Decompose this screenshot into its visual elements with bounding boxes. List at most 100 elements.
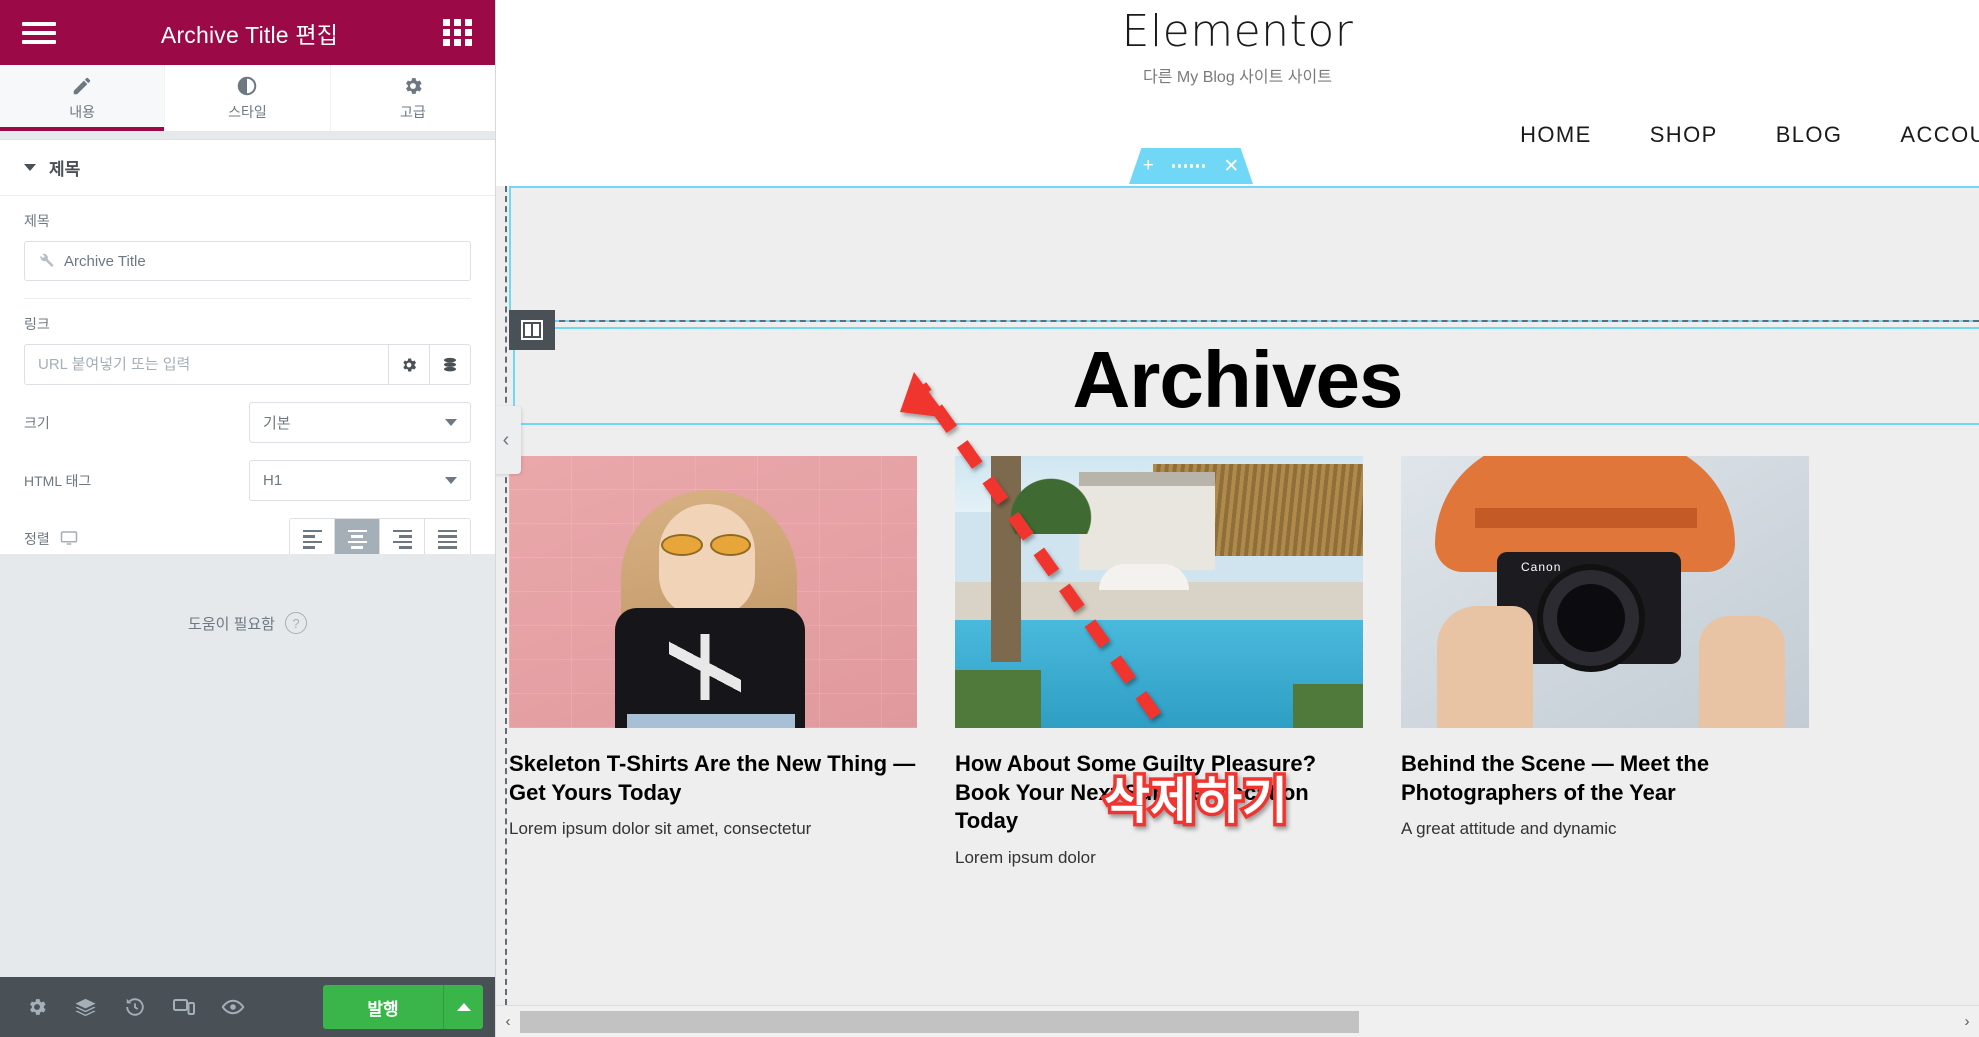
size-select-value: 기본	[263, 415, 291, 432]
database-stack-icon[interactable]	[429, 345, 470, 384]
nav-item-shop[interactable]: SHOP	[1650, 122, 1718, 148]
panel-tabs: 내용 스타일 고급	[0, 65, 495, 131]
title-field-label: 제목	[24, 213, 50, 229]
section-divider-guide	[509, 320, 1979, 322]
caret-up-icon	[456, 1003, 471, 1011]
site-title[interactable]: Elementor	[496, 6, 1979, 57]
size-control: 크기 기본	[0, 385, 495, 443]
post-title[interactable]: Skeleton T-Shirts Are the New Thing — Ge…	[509, 750, 917, 807]
post-thumbnail[interactable]	[955, 456, 1363, 728]
publish-options-button[interactable]	[443, 985, 483, 1029]
nav-item-blog[interactable]: BLOG	[1776, 122, 1843, 148]
pencil-icon	[71, 75, 93, 97]
tab-content[interactable]: 내용	[0, 65, 166, 131]
elementor-editor-window: Archive Title 편집 내용 스타일 고급 제목 제목 Archive…	[0, 0, 1979, 1037]
chevron-down-icon	[445, 419, 457, 426]
align-right-button[interactable]	[380, 519, 425, 554]
align-left-button[interactable]	[290, 519, 335, 554]
tab-style-label: 스타일	[228, 103, 267, 120]
html-tag-control: HTML 태그 H1	[0, 443, 495, 501]
post-card[interactable]: Canon Behind the Scene — Meet the Photog…	[1401, 456, 1809, 870]
link-input-row	[24, 344, 471, 385]
columns-icon[interactable]	[509, 310, 555, 350]
publish-button[interactable]: 발행	[323, 985, 443, 1029]
align-center-button[interactable]	[335, 519, 380, 554]
post-excerpt: Lorem ipsum dolor sit amet, consectetur	[509, 819, 812, 839]
history-icon[interactable]	[110, 977, 159, 1037]
align-label: 정렬	[24, 531, 50, 547]
tab-style[interactable]: 스타일	[165, 65, 331, 131]
preview-iframe: Elementor 다른 My Blog 사이트 사이트 HOME SHOP B…	[496, 0, 1979, 1037]
title-input[interactable]: Archive Title	[24, 241, 471, 281]
responsive-icon[interactable]	[159, 977, 208, 1037]
grid-apps-icon[interactable]	[443, 19, 473, 46]
post-card[interactable]: How About Some Guilty Pleasure? Book You…	[955, 456, 1363, 870]
need-help-label: 도움이 필요함	[188, 615, 275, 633]
panel-footer-bar: 발행	[0, 977, 495, 1037]
size-label: 크기	[24, 414, 50, 431]
scrollbar-track[interactable]	[520, 1009, 1955, 1035]
html-tag-select[interactable]: H1	[249, 460, 471, 501]
align-control: 정렬	[0, 501, 495, 554]
post-title[interactable]: Behind the Scene — Meet the Photographer…	[1401, 750, 1809, 807]
canvas-left-guide	[505, 186, 507, 1005]
panel-title: Archive Title 편집	[160, 21, 339, 48]
link-control: 링크	[0, 299, 495, 385]
desktop-icon[interactable]	[60, 529, 78, 550]
horizontal-scrollbar[interactable]: ‹ ›	[496, 1005, 1979, 1037]
chevron-down-icon	[445, 477, 457, 484]
posts-grid: Skeleton T-Shirts Are the New Thing — Ge…	[509, 456, 1979, 870]
post-card[interactable]: Skeleton T-Shirts Are the New Thing — Ge…	[509, 456, 917, 870]
site-tagline: 다른 My Blog 사이트 사이트	[1143, 69, 1332, 86]
site-header: Elementor 다른 My Blog 사이트 사이트 HOME SHOP B…	[496, 0, 1979, 160]
eye-preview-icon[interactable]	[208, 977, 257, 1037]
post-thumbnail[interactable]: Canon	[1401, 456, 1809, 728]
chevron-left-icon[interactable]: ‹	[496, 406, 521, 474]
tab-content-label: 내용	[69, 103, 96, 120]
html-tag-label: HTML 태그	[24, 472, 92, 489]
align-justify-button[interactable]	[425, 519, 470, 554]
post-excerpt: Lorem ipsum dolor	[955, 847, 1096, 867]
archive-title-heading[interactable]: Archives	[496, 334, 1979, 426]
link-field-label: 링크	[24, 316, 50, 332]
accordion-title-section[interactable]: 제목	[0, 140, 495, 196]
site-nav-menu: HOME SHOP BLOG ACCOUNT	[1520, 122, 1979, 148]
nav-item-home[interactable]: HOME	[1520, 122, 1592, 148]
scrollbar-thumb[interactable]	[520, 1010, 1360, 1033]
title-control: 제목 Archive Title	[0, 196, 495, 299]
question-circle-icon[interactable]: ?	[284, 612, 307, 634]
outer-section-outline[interactable]	[509, 186, 1979, 322]
plus-icon[interactable]: +	[1143, 155, 1154, 177]
elementor-left-panel: Archive Title 편집 내용 스타일 고급 제목 제목 Archive…	[0, 0, 496, 1037]
scroll-left-arrow[interactable]: ‹	[496, 1013, 520, 1030]
post-thumbnail[interactable]	[509, 456, 917, 728]
section-toolbar: + ✕	[1129, 148, 1253, 184]
site-branding: Elementor 다른 My Blog 사이트 사이트	[496, 6, 1979, 87]
need-help-row[interactable]: 도움이 필요함 ?	[0, 612, 495, 634]
panel-empty-area: 도움이 필요함 ?	[0, 554, 495, 977]
editor-canvas: ‹ Archives Skeleton T-Shirts Are the New…	[496, 186, 1979, 1005]
link-options-gear-icon[interactable]	[388, 345, 429, 384]
publish-group: 발행	[323, 985, 483, 1029]
panel-controls-scroll: 제목 제목 Archive Title 링크 URL 붙여넣기 또는 입력 크기…	[0, 131, 495, 554]
wrench-icon[interactable]	[37, 251, 54, 272]
title-input-value: Archive Title	[64, 252, 146, 270]
html-tag-select-value: H1	[263, 472, 283, 489]
align-button-group	[289, 518, 471, 554]
tab-advanced[interactable]: 고급	[331, 65, 495, 131]
hamburger-icon[interactable]	[22, 21, 56, 44]
layers-icon[interactable]	[61, 977, 110, 1037]
panel-header: Archive Title 편집	[0, 0, 495, 65]
dots-grid-icon[interactable]	[1171, 164, 1206, 168]
x-close-icon[interactable]: ✕	[1223, 155, 1239, 178]
gear-icon[interactable]	[12, 977, 61, 1037]
link-url-input[interactable]	[25, 345, 388, 384]
gear-icon	[402, 75, 424, 97]
accordion-title-label: 제목	[49, 160, 81, 179]
post-title[interactable]: How About Some Guilty Pleasure? Book You…	[955, 750, 1363, 836]
scroll-right-arrow[interactable]: ›	[1955, 1013, 1979, 1030]
tab-advanced-label: 고급	[399, 103, 426, 120]
size-select[interactable]: 기본	[249, 402, 471, 443]
nav-item-account[interactable]: ACCOUNT	[1900, 122, 1979, 148]
contrast-circle-icon	[236, 75, 258, 97]
